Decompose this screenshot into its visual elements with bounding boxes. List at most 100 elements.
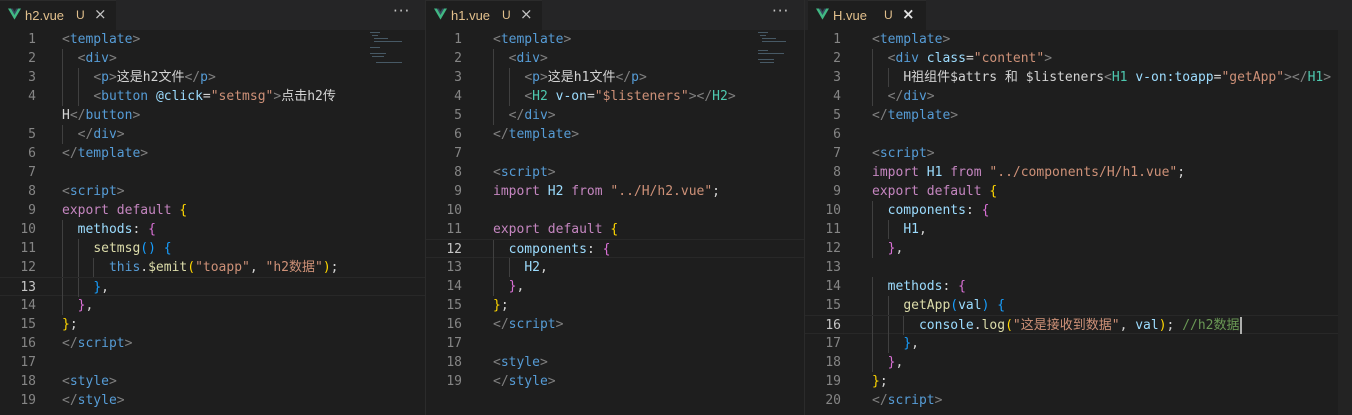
line-number: 17 — [825, 336, 841, 351]
code-text: }; — [872, 372, 888, 391]
code-line[interactable]: 11 H1, — [805, 220, 1352, 239]
code-token: . — [973, 318, 982, 333]
code-token: v-on:toapp — [1135, 70, 1214, 85]
code-line[interactable]: 19 </style> — [426, 372, 804, 391]
code-line[interactable]: 5 </template> — [805, 106, 1352, 125]
code-token: </ — [872, 108, 888, 123]
code-area[interactable]: 1 <template> 2 <div class="content"> 3 H祖组件… — [805, 30, 1352, 410]
code-line[interactable]: 1 <template> — [805, 30, 1352, 49]
line-number: 16 — [446, 317, 462, 332]
code-line[interactable]: 3 <p>这是h1文件</p> — [426, 68, 804, 87]
code-line[interactable]: 14 }, — [426, 277, 804, 296]
close-tab-button[interactable]: × — [520, 5, 533, 23]
code-line[interactable]: 3 <p>这是h2文件</p> — [0, 68, 425, 87]
code-line[interactable]: 12 components: { — [426, 239, 804, 259]
code-area[interactable]: 1 <template> 2 <div> 3 <p>这是h2文件</p> 4 <butt… — [0, 30, 425, 410]
code-line[interactable]: 17 }, — [805, 334, 1352, 353]
code-token: : — [942, 279, 959, 294]
code-line[interactable]: 12 }, — [805, 239, 1352, 258]
code-token: script — [887, 393, 935, 408]
code-line[interactable]: 17 — [0, 353, 425, 372]
code-line[interactable]: 4 </div> — [805, 87, 1352, 106]
code-line[interactable]: 16 </script> — [426, 315, 804, 334]
code-line[interactable]: 10 — [426, 201, 804, 220]
code-line[interactable]: 1 <template> — [426, 30, 804, 49]
code-token: > — [563, 32, 572, 47]
vertical-scrollbar[interactable] — [1338, 30, 1352, 415]
tab-h1-vue[interactable]: h1.vue U × — [426, 0, 542, 30]
code-text: <template> — [62, 30, 140, 49]
code-line[interactable]: 4 <H2 v-on="$listeners"></H2> — [426, 87, 804, 106]
code-token: > — [571, 127, 580, 142]
code-line[interactable]: 10 components: { — [805, 201, 1352, 220]
code-token: > — [140, 146, 149, 161]
tab-h2-vue[interactable]: h2.vue U × — [0, 0, 116, 30]
code-line[interactable]: 19}; — [805, 372, 1352, 391]
code-line[interactable]: 6 </template> — [426, 125, 804, 144]
code-line[interactable]: 18 <style> — [0, 372, 425, 391]
code-line[interactable]: 9 export default { — [0, 201, 425, 220]
code-line[interactable]: 5 </div> — [426, 106, 804, 125]
code-line[interactable]: 19 </style> — [0, 391, 425, 410]
code-token: </ — [887, 89, 904, 104]
code-line[interactable]: 3 H祖组件$attrs 和 $listeners<H1 v-on:toapp=… — [805, 68, 1352, 87]
code-line[interactable]: 13 — [805, 258, 1352, 277]
code-line[interactable]: 8 import H1 from "../components/H/h1.vue"… — [805, 163, 1352, 182]
more-actions-button[interactable]: ··· — [772, 2, 789, 20]
line-number: 3 — [28, 70, 36, 85]
code-line[interactable]: 2 <div> — [426, 49, 804, 68]
code-line[interactable]: 16 console.log("这是接收到数据", val); //h2数据 — [805, 315, 1352, 335]
code-line[interactable]: 2 <div class="content"> — [805, 49, 1352, 68]
code-line[interactable]: 15 getApp(val) { — [805, 296, 1352, 315]
code-text: <p>这是h2文件</p> — [62, 68, 215, 87]
code-token: style — [508, 374, 548, 389]
close-tab-button[interactable]: × — [94, 5, 107, 23]
code-line[interactable]: 18 <style> — [426, 353, 804, 372]
code-area[interactable]: 1 <template> 2 <div> 3 <p>这是h1文件</p> 4 <H2 v… — [426, 30, 804, 391]
code-line[interactable]: 7 — [0, 163, 425, 182]
code-line[interactable]: 14 }, — [0, 296, 425, 315]
more-actions-button[interactable]: ··· — [393, 2, 410, 20]
code-line[interactable]: 9 import H2 from "../H/h2.vue"; — [426, 182, 804, 201]
code-line[interactable]: 8 <script> — [426, 163, 804, 182]
code-text: }, — [493, 277, 525, 296]
code-line[interactable]: 17 — [426, 334, 804, 353]
code-line[interactable]: 15}; — [0, 315, 425, 334]
code-line[interactable]: 20 </script> — [805, 391, 1352, 410]
code-line[interactable]: 15}; — [426, 296, 804, 315]
code-line[interactable]: 9 export default { — [805, 182, 1352, 201]
code-line[interactable]: 11 export default { — [426, 220, 804, 239]
code-line[interactable]: 13 }, — [0, 277, 425, 297]
code-line[interactable]: 2 <div> — [0, 49, 425, 68]
code-line[interactable]: H</button> — [0, 106, 425, 125]
code-token: components — [508, 242, 587, 257]
code-line[interactable]: 11 setmsg() { — [0, 239, 425, 258]
code-line[interactable]: 18 }, — [805, 353, 1352, 372]
code-token: ) — [322, 260, 331, 275]
code-line[interactable]: 4 <button @click="setmsg">点击h2传 — [0, 87, 425, 106]
code-token: . — [140, 260, 149, 275]
code-line[interactable]: 8 <script> — [0, 182, 425, 201]
code-line[interactable]: 7 <script> — [805, 144, 1352, 163]
code-line[interactable]: 6 — [805, 125, 1352, 144]
code-token: log — [981, 318, 1006, 333]
code-token: </ — [493, 127, 509, 142]
code-text: </template> — [872, 106, 958, 125]
code-line[interactable]: 14 methods: { — [805, 277, 1352, 296]
close-tab-button[interactable]: × — [902, 5, 915, 23]
code-token: () — [140, 241, 156, 256]
code-line[interactable]: 16 </script> — [0, 334, 425, 353]
code-line[interactable]: 7 — [426, 144, 804, 163]
code-line[interactable]: 1 <template> — [0, 30, 425, 49]
code-line[interactable]: 5 </div> — [0, 125, 425, 144]
tab-H-vue[interactable]: H.vue U × — [808, 0, 926, 30]
code-line[interactable]: 6 </template> — [0, 144, 425, 163]
code-line[interactable]: 10 methods: { — [0, 220, 425, 239]
code-line[interactable]: 12 this.$emit("toapp", "h2数据"); — [0, 258, 425, 277]
code-line[interactable]: 13 H2, — [426, 258, 804, 277]
